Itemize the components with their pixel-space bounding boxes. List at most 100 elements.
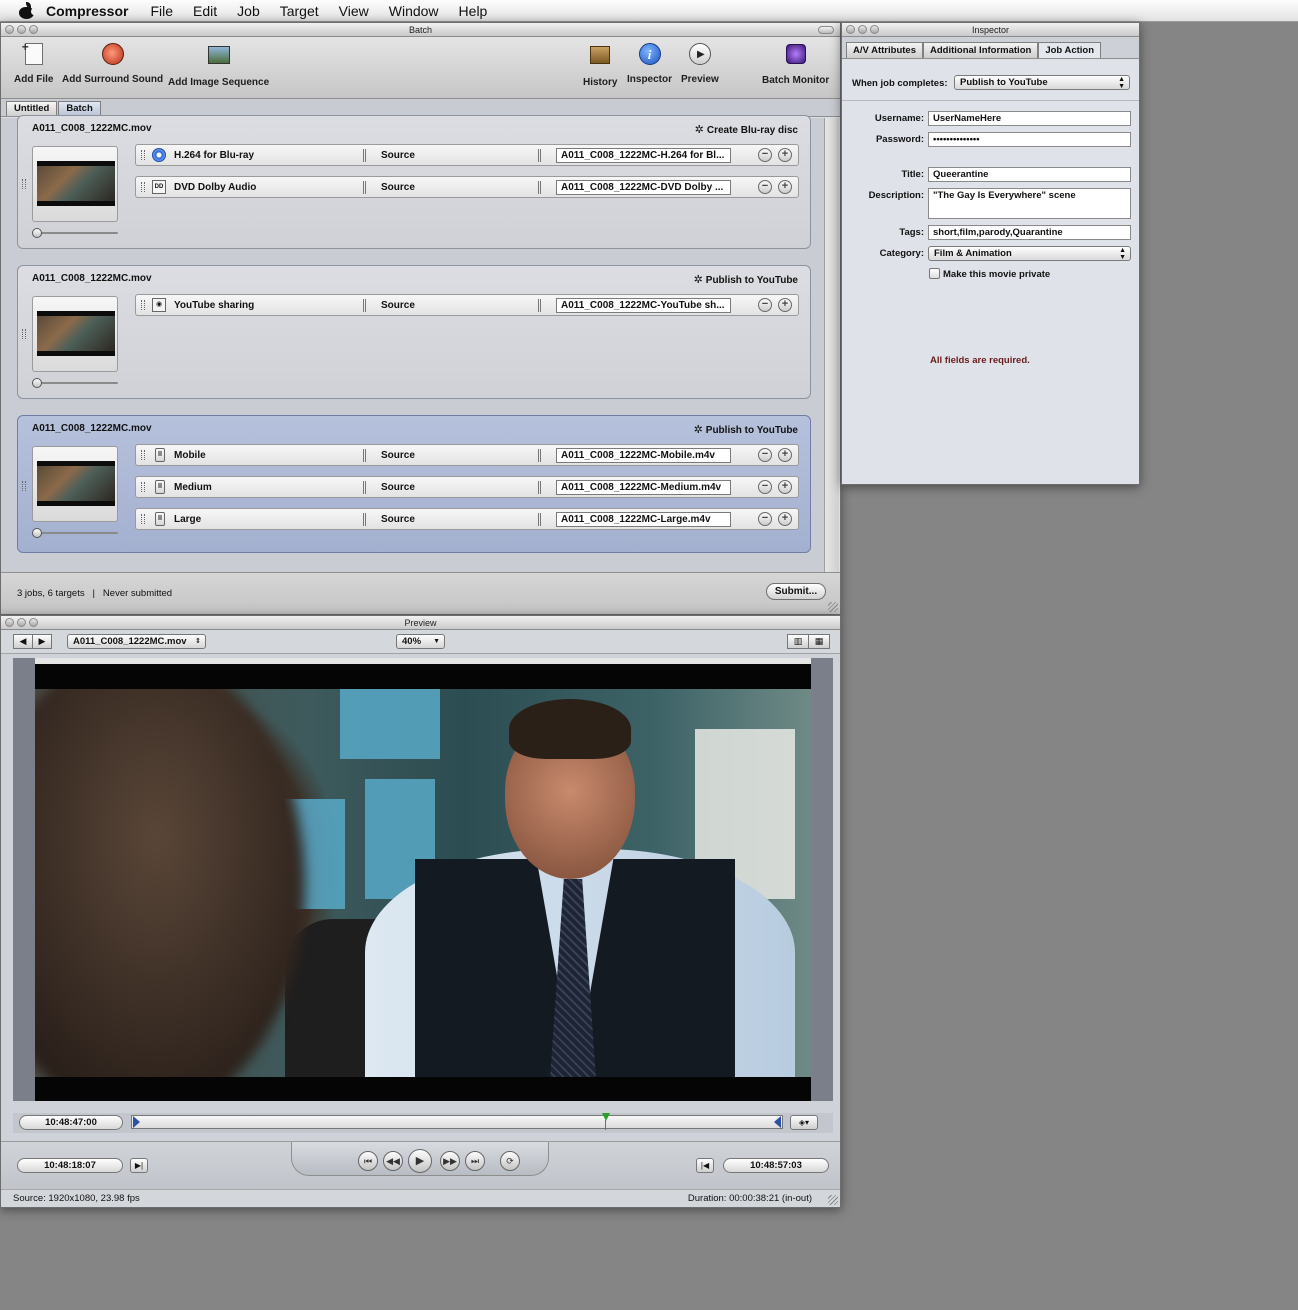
slider-knob[interactable] [32, 528, 42, 538]
target-setting-name[interactable]: Large [174, 514, 201, 525]
go-to-end-button[interactable]: ⏭ [465, 1151, 485, 1171]
set-in-point-button[interactable]: ▶| [130, 1158, 148, 1173]
job-drag-handle[interactable] [22, 329, 26, 339]
add-target-button[interactable]: + [778, 448, 792, 462]
target-row[interactable]: H.264 for Blu-ray Source A011_C008_1222M… [135, 144, 799, 166]
target-drag-handle[interactable] [141, 482, 145, 492]
zoom-button[interactable] [29, 25, 38, 34]
target-output-filename[interactable]: A011_C008_1222MC-Large.m4v [556, 512, 731, 527]
slider-knob[interactable] [32, 378, 42, 388]
go-to-start-button[interactable]: ⏮ [358, 1151, 378, 1171]
job-drag-handle[interactable] [22, 481, 26, 491]
target-drag-handle[interactable] [141, 450, 145, 460]
previous-clip-button[interactable]: ◀ [13, 634, 33, 649]
target-drag-handle[interactable] [141, 514, 145, 524]
target-setting-name[interactable]: Medium [174, 482, 212, 493]
tags-field[interactable]: short,film,parody,Quarantine [928, 225, 1131, 240]
job-item[interactable]: A011_C008_1222MC.mov ✲ Create Blu-ray dis… [17, 115, 811, 249]
preview-titlebar[interactable]: Preview [1, 616, 840, 630]
resize-handle[interactable] [828, 602, 838, 612]
submit-button[interactable]: Submit... [766, 583, 826, 600]
job-item-selected[interactable]: A011_C008_1222MC.mov ✲ Publish to YouTube… [17, 415, 811, 553]
tab-job-action[interactable]: Job Action [1038, 42, 1102, 58]
zoom-button[interactable] [29, 618, 38, 627]
menu-target[interactable]: Target [280, 3, 319, 19]
target-output-filename[interactable]: A011_C008_1222MC-YouTube sh... [556, 298, 731, 313]
out-point-timecode[interactable]: 10:48:57:03 [723, 1158, 829, 1173]
remove-target-button[interactable]: − [758, 480, 772, 494]
resize-handle[interactable] [828, 1195, 838, 1205]
history-button[interactable]: History [583, 41, 617, 88]
job-item[interactable]: A011_C008_1222MC.mov ✲ Publish to YouTube… [17, 265, 811, 399]
in-point-marker[interactable] [133, 1116, 140, 1128]
out-point-marker[interactable] [774, 1116, 781, 1128]
target-drag-handle[interactable] [141, 150, 145, 160]
play-pause-button[interactable]: ▶ [408, 1149, 432, 1173]
inspector-titlebar[interactable]: Inspector [842, 23, 1139, 37]
split-view-button[interactable]: ▥ [787, 634, 809, 649]
username-field[interactable]: UserNameHere [928, 111, 1131, 126]
target-drag-handle[interactable] [141, 300, 145, 310]
full-view-button[interactable]: ▦ [808, 634, 830, 649]
target-output-filename[interactable]: A011_C008_1222MC-Mobile.m4v [556, 448, 731, 463]
menu-edit[interactable]: Edit [193, 3, 217, 19]
target-row[interactable]: Large Source A011_C008_1222MC-Large.m4v … [135, 508, 799, 530]
set-out-point-button[interactable]: |◀ [696, 1158, 714, 1173]
target-output-filename[interactable]: A011_C008_1222MC-DVD Dolby ... [556, 180, 731, 195]
playhead-timecode[interactable]: 10:48:47:00 [19, 1115, 123, 1130]
preview-canvas[interactable] [13, 658, 833, 1101]
step-back-button[interactable]: ◀◀ [383, 1151, 403, 1171]
target-row[interactable]: DD DVD Dolby Audio Source A011_C008_1222… [135, 176, 799, 198]
job-action-button[interactable]: ✲ Publish to YouTube [694, 273, 798, 286]
target-setting-name[interactable]: H.264 for Blu-ray [174, 150, 254, 161]
add-target-button[interactable]: + [778, 180, 792, 194]
tab-additional-information[interactable]: Additional Information [922, 42, 1039, 58]
target-setting-name[interactable]: Mobile [174, 450, 206, 461]
private-movie-checkbox[interactable] [929, 268, 940, 279]
job-completion-action-select[interactable]: Publish to YouTube ▲ ▼ [954, 75, 1130, 90]
target-setting-name[interactable]: YouTube sharing [174, 300, 254, 311]
preview-source-select[interactable]: A011_C008_1222MC.mov ⇕ [67, 634, 206, 649]
target-destination[interactable]: Source [381, 182, 415, 193]
close-button[interactable] [846, 25, 855, 34]
loop-icon[interactable]: ⟳ [500, 1151, 520, 1171]
target-destination[interactable]: Source [381, 300, 415, 311]
target-destination[interactable]: Source [381, 514, 415, 525]
add-target-button[interactable]: + [778, 298, 792, 312]
target-row[interactable]: Medium Source A011_C008_1222MC-Medium.m4… [135, 476, 799, 498]
job-action-button[interactable]: ✲ Create Blu-ray disc [695, 123, 798, 136]
batch-monitor-button[interactable]: Batch Monitor [762, 41, 829, 86]
close-button[interactable] [5, 618, 14, 627]
remove-target-button[interactable]: − [758, 448, 772, 462]
preview-button[interactable]: ▶ Preview [681, 41, 719, 85]
playhead-marker[interactable] [602, 1113, 610, 1121]
target-drag-handle[interactable] [141, 182, 145, 192]
step-forward-button[interactable]: ▶▶ [440, 1151, 460, 1171]
minimize-button[interactable] [17, 618, 26, 627]
title-field[interactable]: Queerantine [928, 167, 1131, 182]
next-clip-button[interactable]: ▶ [32, 634, 52, 649]
remove-target-button[interactable]: − [758, 512, 772, 526]
remove-target-button[interactable]: − [758, 148, 772, 162]
timeline-scrubber[interactable] [131, 1113, 783, 1130]
apple-menu-icon[interactable] [18, 1, 37, 20]
tab-av-attributes[interactable]: A/V Attributes [846, 42, 923, 58]
thumbnail-scrub-slider[interactable] [32, 228, 118, 238]
thumbnail-scrub-slider[interactable] [32, 378, 118, 388]
target-destination[interactable]: Source [381, 482, 415, 493]
menu-file[interactable]: File [150, 3, 173, 19]
menu-window[interactable]: Window [389, 3, 439, 19]
add-target-button[interactable]: + [778, 148, 792, 162]
target-row[interactable]: ◉ YouTube sharing Source A011_C008_1222M… [135, 294, 799, 316]
tab-untitled[interactable]: Untitled [6, 101, 58, 116]
toolbar-toggle-button[interactable] [818, 26, 834, 34]
zoom-select[interactable]: 40% ▼ [396, 634, 445, 649]
description-field[interactable]: "The Gay Is Everywhere" scene [928, 188, 1131, 219]
batch-titlebar[interactable]: Batch [1, 23, 840, 37]
add-file-button[interactable]: + Add File [14, 40, 53, 85]
vertical-scrollbar[interactable] [824, 118, 839, 573]
add-target-button[interactable]: + [778, 512, 792, 526]
marker-menu-button[interactable]: ◈▾ [790, 1115, 818, 1130]
in-point-timecode[interactable]: 10:48:18:07 [17, 1158, 123, 1173]
menu-view[interactable]: View [339, 3, 369, 19]
